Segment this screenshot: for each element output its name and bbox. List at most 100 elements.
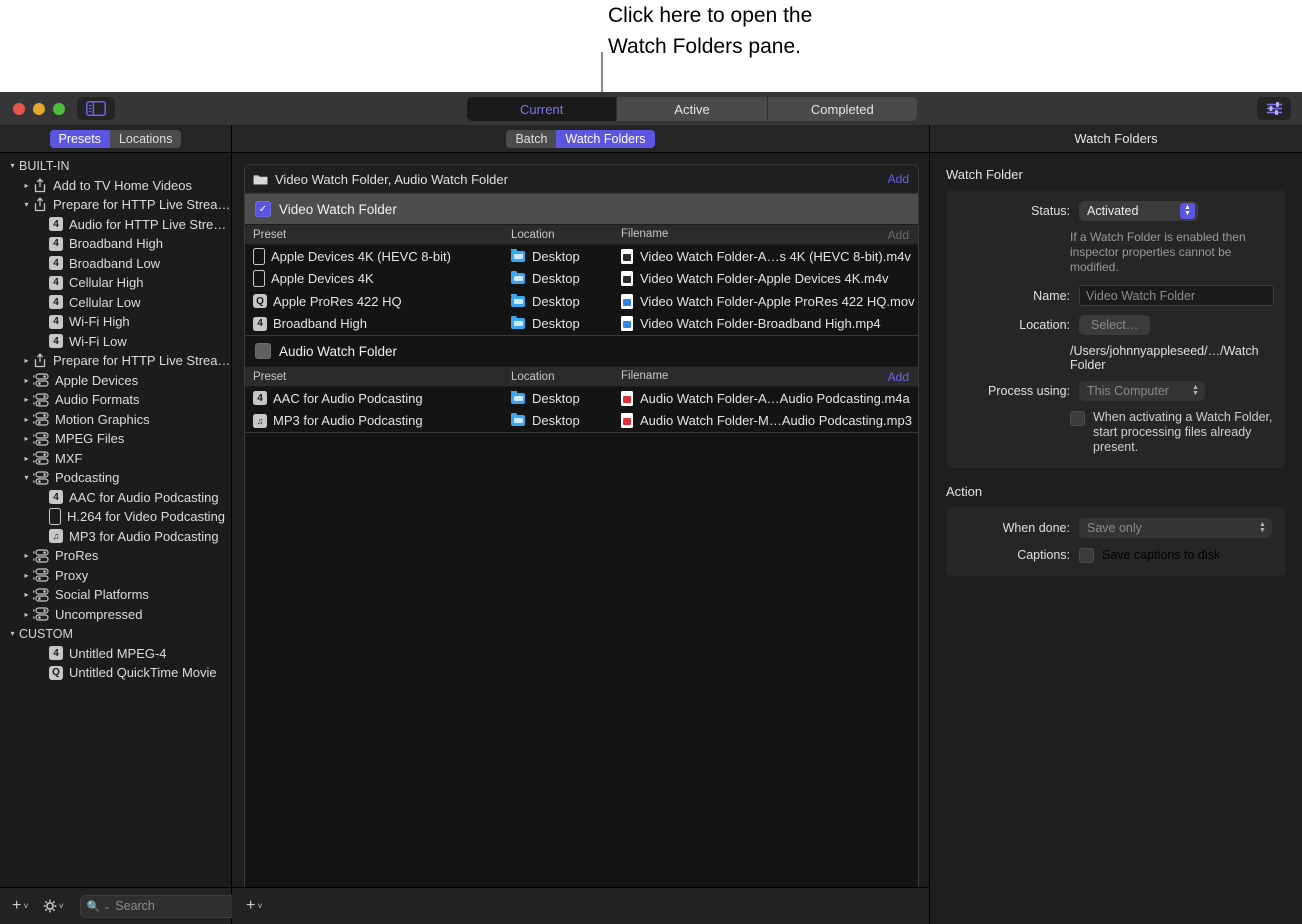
minimize-button[interactable] — [33, 103, 45, 115]
disclosure-triangle[interactable]: ▸ — [20, 454, 33, 463]
status-value: Activated — [1087, 204, 1180, 218]
music-note-icon: ♫ — [253, 414, 267, 428]
tree-item[interactable]: 4Broadband High — [0, 234, 231, 254]
watch-folder-preset-row[interactable]: QApple ProRes 422 HQDesktopVideo Watch F… — [245, 290, 918, 313]
watch-folder-group-header[interactable]: Audio Watch Folder — [245, 336, 918, 366]
tab-batch[interactable]: Batch — [506, 130, 556, 148]
tree-item[interactable]: ▸Proxy — [0, 566, 231, 586]
tab-completed[interactable]: Completed — [768, 97, 917, 121]
watch-folder-enable-checkbox[interactable]: ✓ — [255, 201, 271, 217]
disclosure-triangle[interactable]: ▸ — [20, 395, 33, 404]
when-done-popup[interactable]: Save only ▲▼ — [1079, 518, 1272, 538]
tree-item[interactable]: ▸Apple Devices — [0, 371, 231, 391]
zoom-button[interactable] — [53, 103, 65, 115]
disclosure-triangle[interactable]: ▸ — [20, 590, 33, 599]
plus-icon: + — [12, 897, 21, 915]
add-preset-button[interactable]: + ˅ — [8, 897, 33, 915]
tree-group-header[interactable]: ▾CUSTOM — [0, 624, 231, 644]
watch-folder-preset-row[interactable]: 4AAC for Audio PodcastingDesktopAudio Wa… — [245, 387, 918, 410]
tree-group-header[interactable]: ▾BUILT-IN — [0, 156, 231, 176]
tab-current[interactable]: Current — [467, 97, 617, 121]
column-header-row: PresetLocationFilenameAdd — [245, 224, 918, 245]
stepper-icon: ▲▼ — [1256, 520, 1269, 536]
watch-folder-preset-row[interactable]: 4Broadband HighDesktopVideo Watch Folder… — [245, 313, 918, 336]
tree-item[interactable]: ▸Audio Formats — [0, 390, 231, 410]
sidebar-toggle-button[interactable] — [77, 97, 115, 120]
sidebar-tab-presets[interactable]: Presets — [50, 130, 110, 148]
phone-icon — [49, 508, 61, 525]
mpeg4-icon: 4 — [49, 315, 63, 329]
watch-folder-name: Audio Watch Folder — [279, 344, 397, 359]
disclosure-triangle[interactable]: ▸ — [20, 434, 33, 443]
start-processing-checkbox[interactable] — [1070, 411, 1085, 426]
tree-item[interactable]: 4Audio for HTTP Live Strea… — [0, 215, 231, 235]
add-preset-to-folder-link[interactable]: Add — [888, 228, 909, 242]
watch-folder-preset-row[interactable]: Apple Devices 4KDesktopVideo Watch Folde… — [245, 268, 918, 291]
add-watch-folder-button[interactable]: + ˅ — [242, 897, 267, 915]
tab-watch-folders[interactable]: Watch Folders — [556, 130, 654, 148]
tree-item[interactable]: ▸MXF — [0, 449, 231, 469]
close-button[interactable] — [13, 103, 25, 115]
tree-item[interactable]: ▸Social Platforms — [0, 585, 231, 605]
inspector-toggle-button[interactable] — [1257, 97, 1291, 120]
tree-item-label: Cellular Low — [69, 295, 141, 310]
disclosure-triangle[interactable]: ▾ — [20, 473, 33, 482]
preset-actions-button[interactable]: ˅ — [39, 899, 68, 913]
status-hint: If a Watch Folder is enabled then inspec… — [1070, 230, 1274, 275]
tree-item[interactable]: 4Cellular Low — [0, 293, 231, 313]
status-popup[interactable]: Activated ▲▼ — [1079, 201, 1198, 221]
disclosure-triangle[interactable]: ▸ — [20, 415, 33, 424]
tree-item[interactable]: H.264 for Video Podcasting — [0, 507, 231, 527]
disclosure-triangle[interactable]: ▾ — [6, 161, 19, 170]
tree-item[interactable]: ▾Podcasting — [0, 468, 231, 488]
watch-folder-preset-row[interactable]: Apple Devices 4K (HEVC 8-bit)DesktopVide… — [245, 245, 918, 268]
disclosure-triangle[interactable]: ▾ — [20, 200, 33, 209]
tree-item[interactable]: ▾Prepare for HTTP Live Strea… — [0, 195, 231, 215]
sidebar-segmented-control[interactable]: Presets Locations — [50, 130, 182, 148]
view-mode-segmented-control[interactable]: Current Active Completed — [467, 97, 917, 121]
disclosure-triangle[interactable]: ▸ — [20, 356, 33, 365]
disclosure-triangle[interactable]: ▸ — [20, 571, 33, 580]
disclosure-triangle[interactable]: ▸ — [20, 551, 33, 560]
process-using-popup[interactable]: This Computer ▲▼ — [1079, 381, 1205, 401]
tree-item[interactable]: 4Broadband Low — [0, 254, 231, 274]
disclosure-triangle[interactable]: ▾ — [6, 629, 19, 638]
tree-item-label: CUSTOM — [19, 627, 73, 641]
batch-watchfolders-segmented-control[interactable]: Batch Watch Folders — [506, 130, 654, 148]
tree-item[interactable]: ▸ProRes — [0, 546, 231, 566]
name-field[interactable]: Video Watch Folder — [1079, 285, 1274, 306]
select-location-button[interactable]: Select… — [1079, 315, 1150, 335]
add-watch-folder-link[interactable]: Add — [888, 172, 909, 186]
watch-folder-group-header[interactable]: ✓Video Watch Folder — [245, 194, 918, 224]
tree-item[interactable]: ▸Uncompressed — [0, 605, 231, 625]
compressor-window: Current Active Completed — [0, 92, 1302, 924]
start-processing-row[interactable]: When activating a Watch Folder, start pr… — [1070, 410, 1274, 455]
tree-item-label: Cellular High — [69, 275, 143, 290]
center-header: Batch Watch Folders — [232, 125, 929, 153]
tree-item-label: BUILT-IN — [19, 159, 69, 173]
sidebar-tab-locations[interactable]: Locations — [110, 130, 182, 148]
save-captions-checkbox[interactable] — [1079, 548, 1094, 563]
tree-item[interactable]: ▸MPEG Files — [0, 429, 231, 449]
watch-folder-enable-checkbox[interactable] — [255, 343, 271, 359]
presets-tree[interactable]: ▾BUILT-IN▸Add to TV Home Videos▾Prepare … — [0, 153, 231, 887]
tree-item[interactable]: ▸Prepare for HTTP Live Strea… — [0, 351, 231, 371]
disclosure-triangle[interactable]: ▸ — [20, 610, 33, 619]
start-processing-label: When activating a Watch Folder, start pr… — [1093, 410, 1274, 455]
tree-item[interactable]: QUntitled QuickTime Movie — [0, 663, 231, 683]
disclosure-triangle[interactable]: ▸ — [20, 181, 33, 190]
add-preset-to-folder-link[interactable]: Add — [888, 370, 909, 384]
document-icon — [621, 249, 633, 264]
tree-item[interactable]: 4AAC for Audio Podcasting — [0, 488, 231, 508]
disclosure-triangle[interactable]: ▸ — [20, 376, 33, 385]
tree-item[interactable]: 4Wi-Fi High — [0, 312, 231, 332]
watch-folder-preset-row[interactable]: ♫MP3 for Audio PodcastingDesktopAudio Wa… — [245, 410, 918, 433]
tree-item[interactable]: ▸Motion Graphics — [0, 410, 231, 430]
document-icon — [621, 316, 633, 331]
tab-active[interactable]: Active — [617, 97, 767, 121]
tree-item[interactable]: ▸Add to TV Home Videos — [0, 176, 231, 196]
tree-item[interactable]: 4Wi-Fi Low — [0, 332, 231, 352]
tree-item[interactable]: 4Untitled MPEG-4 — [0, 644, 231, 664]
tree-item[interactable]: 4Cellular High — [0, 273, 231, 293]
tree-item[interactable]: ♫MP3 for Audio Podcasting — [0, 527, 231, 547]
